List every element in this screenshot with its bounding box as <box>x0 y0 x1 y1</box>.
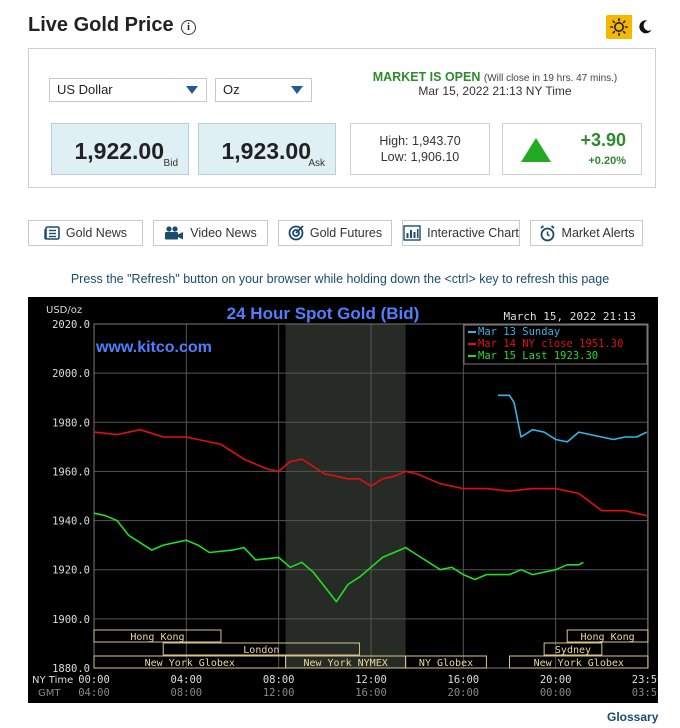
ask-label: Ask <box>308 158 325 169</box>
y-tick-label: 1940.0 <box>52 516 90 528</box>
chart-watermark: www.kitco.com <box>95 339 212 356</box>
up-arrow-icon <box>521 138 551 162</box>
x-tick-ny-label: 08:00 <box>263 674 295 686</box>
legend-entry: Mar 13 Sunday <box>478 326 560 338</box>
x-tick-gmt-label: 03:59 <box>632 687 658 699</box>
theme-toggle[interactable] <box>606 15 658 39</box>
ask-price-box: 1,923.00 Ask <box>198 123 336 175</box>
page-title: Live Gold Price <box>28 14 174 36</box>
gold-futures-label: Gold Futures <box>309 226 383 240</box>
change-percent: +0.20% <box>588 155 626 167</box>
interactive-chart-button[interactable]: Interactive Chart <box>402 220 520 246</box>
x-row-label-gmt: GMT <box>38 688 61 699</box>
gold-price-chart: 2020.0 2000.0 1980.0 1960.0 1940.0 1920.0 1900… <box>28 297 663 703</box>
market-time: Mar 15, 2022 21:13 NY Time <box>418 84 572 98</box>
y-tick-label: 1980.0 <box>52 417 90 429</box>
video-news-label: Video News <box>190 226 257 240</box>
y-axis-label: USD/oz <box>46 305 82 316</box>
unit-value: Oz <box>223 82 240 97</box>
bid-label: Bid <box>163 158 178 169</box>
y-tick-label: 2000.0 <box>52 368 90 380</box>
high-low-box: High: 1,943.70 Low: 1,906.10 <box>350 123 490 175</box>
chart-title: 24 Hour Spot Gold (Bid) <box>227 304 420 323</box>
alarm-clock-icon <box>539 224 555 241</box>
x-tick-gmt-label: 12:00 <box>263 687 295 699</box>
session-label: New York NYMEX <box>303 658 387 669</box>
target-icon <box>288 225 304 241</box>
y-tick-label: 1900.0 <box>52 614 90 626</box>
bid-price: 1,922.00 <box>74 138 164 164</box>
refresh-note: Press the "Refresh" button on your brows… <box>70 272 610 286</box>
session-label: New York Globex <box>534 658 624 669</box>
unit-select[interactable]: Oz <box>215 78 312 102</box>
legend-entry: Mar 14 NY close 1951.30 <box>478 338 623 350</box>
session-label: London <box>243 645 279 656</box>
video-camera-icon <box>165 226 184 240</box>
change-box: +3.90 +0.20% <box>502 123 642 175</box>
market-alerts-label: Market Alerts <box>561 226 635 240</box>
change-value: +3.90 <box>580 130 626 150</box>
gold-futures-button[interactable]: Gold Futures <box>278 220 392 246</box>
moon-icon[interactable] <box>632 15 658 39</box>
nymex-shaded-region <box>285 324 406 668</box>
session-label: Hong Kong <box>581 632 635 643</box>
x-tick-gmt-label: 00:00 <box>540 687 572 699</box>
x-tick-ny-label: 16:00 <box>448 674 480 686</box>
x-tick-ny-label: 12:00 <box>355 674 387 686</box>
currency-value: US Dollar <box>57 82 113 97</box>
currency-select[interactable]: US Dollar <box>49 78 207 102</box>
y-tick-label: 1960.0 <box>52 466 90 478</box>
x-tick-gmt-label: 16:00 <box>355 687 387 699</box>
high-price: High: 1,943.70 <box>379 134 461 148</box>
market-status: MARKET IS OPEN (Will close in 19 hrs. 47… <box>350 70 640 98</box>
bid-price-box: 1,922.00 Bid <box>51 123 189 175</box>
sun-icon[interactable] <box>606 15 632 39</box>
x-tick-gmt-label: 08:00 <box>171 687 203 699</box>
x-tick-ny-label: 00:00 <box>78 674 110 686</box>
gold-news-button[interactable]: Gold News <box>28 220 143 246</box>
chevron-down-icon[interactable] <box>178 79 206 101</box>
y-tick-label: 2020.0 <box>52 319 90 331</box>
bar-chart-icon <box>403 225 421 241</box>
market-close-note: (Will close in 19 hrs. 47 mins.) <box>483 73 618 84</box>
chart-svg: 2020.0 2000.0 1980.0 1960.0 1940.0 1920.0 1900… <box>32 304 663 699</box>
info-icon[interactable]: i <box>181 20 196 35</box>
x-tick-ny-label: 04:00 <box>171 674 203 686</box>
market-alerts-button[interactable]: Market Alerts <box>530 220 643 246</box>
ask-price: 1,923.00 <box>221 138 311 164</box>
session-label: New York Globex <box>145 658 235 669</box>
session-label: NY Globex <box>419 658 473 669</box>
market-open-label: MARKET IS OPEN <box>372 70 481 84</box>
video-news-button[interactable]: Video News <box>153 220 268 246</box>
x-tick-ny-label: 23:59 <box>632 674 658 686</box>
x-tick-gmt-label: 20:00 <box>448 687 480 699</box>
newspaper-icon <box>44 226 60 240</box>
chart-timestamp: March 15, 2022 21:13 <box>504 310 636 323</box>
session-label: Hong Kong <box>130 632 184 643</box>
chevron-down-icon[interactable] <box>283 79 311 101</box>
gold-news-label: Gold News <box>65 226 128 240</box>
low-price: Low: 1,906.10 <box>380 150 460 164</box>
interactive-chart-label: Interactive Chart <box>427 226 519 240</box>
x-tick-ny-label: 20:00 <box>540 674 572 686</box>
x-tick-gmt-label: 04:00 <box>78 687 110 699</box>
glossary-link[interactable]: Glossary <box>607 710 658 724</box>
y-tick-label: 1920.0 <box>52 565 90 577</box>
series-line <box>498 394 648 443</box>
legend-entry: Mar 15 Last 1923.30 <box>478 350 598 362</box>
session-label: Sydney <box>555 645 591 656</box>
x-row-label-ny: NY Time <box>32 675 73 686</box>
